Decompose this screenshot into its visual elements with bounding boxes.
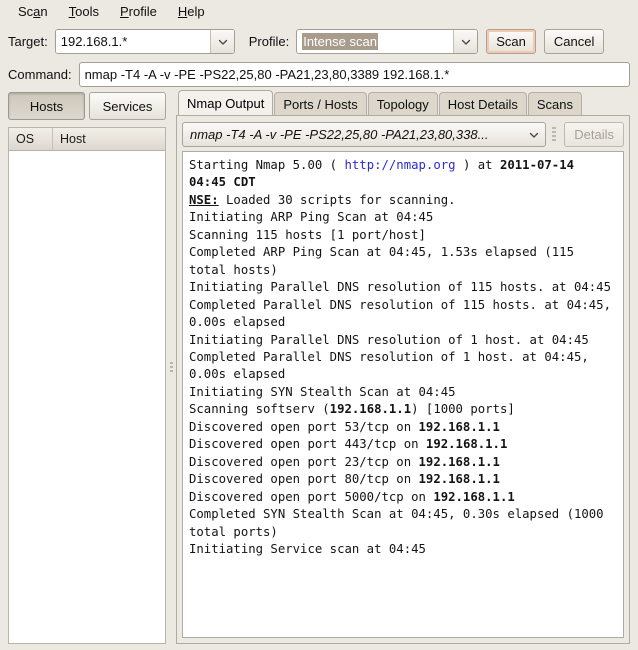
host-list-header: OS Host [9,128,165,151]
tab-topology[interactable]: Topology [367,92,438,115]
chevron-down-icon [461,37,471,46]
target-label: Target: [8,33,48,49]
command-input[interactable]: nmap -T4 -A -v -PE -PS22,25,80 -PA21,23,… [78,61,630,87]
details-button[interactable]: Details [564,121,624,147]
target-dropdown-arrow[interactable] [209,29,234,53]
hosts-services-pane: Hosts Services OS Host [0,90,166,644]
menu-bar: Scan Tools Profile Help [0,0,638,24]
menu-scan[interactable]: Scan [8,2,59,22]
target-input-value[interactable]: 192.168.1.* [55,29,210,53]
menu-help[interactable]: Help [168,2,216,22]
drag-handle-icon[interactable] [548,127,560,141]
host-list-body[interactable] [9,151,165,643]
services-tab-button[interactable]: Services [89,92,166,120]
chevron-down-icon [218,37,227,46]
profile-dropdown-arrow[interactable] [453,29,478,53]
zenmap-window: Scan Tools Profile Help Target: 192.168.… [0,0,638,650]
scan-selector-arrow[interactable] [521,123,545,146]
scan-selector-value[interactable]: nmap -T4 -A -v -PE -PS22,25,80 -PA21,23,… [183,123,521,146]
splitter-grip-icon [169,356,173,378]
tab-ports-hosts[interactable]: Ports / Hosts [274,92,367,115]
profile-input-value[interactable]: Intense scan [297,29,454,53]
profile-label: Profile: [248,33,290,49]
scan-selector-row: nmap -T4 -A -v -PE -PS22,25,80 -PA21,23,… [182,121,624,147]
tab-scans[interactable]: Scans [527,92,583,115]
menu-tools[interactable]: Tools [59,2,110,22]
chevron-down-icon [529,130,538,139]
column-header-host[interactable]: Host [53,128,165,150]
tab-nmap-output[interactable]: Nmap Output [178,90,274,115]
scan-selector-combo[interactable]: nmap -T4 -A -v -PE -PS22,25,80 -PA21,23,… [182,121,547,147]
nmap-output-text: Starting Nmap 5.00 ( http://nmap.org ) a… [189,158,611,556]
scan-button[interactable]: Scan [486,28,536,54]
nmap-output-panel: nmap -T4 -A -v -PE -PS22,25,80 -PA21,23,… [176,115,630,644]
command-label: Command: [8,66,72,82]
command-toolbar: Command: nmap -T4 -A -v -PE -PS22,25,80 … [0,58,638,90]
profile-input[interactable]: Intense scan [296,28,479,54]
column-header-os[interactable]: OS [9,128,53,150]
target-profile-toolbar: Target: 192.168.1.* Profile: Intense sca… [0,24,638,58]
profile-selected-text: Intense scan [302,32,378,50]
results-tab-bar: Nmap Output Ports / Hosts Topology Host … [176,90,630,115]
menu-profile[interactable]: Profile [110,2,168,22]
nmap-output-textarea[interactable]: Starting Nmap 5.00 ( http://nmap.org ) a… [182,151,624,638]
hosts-services-toggle: Hosts Services [8,90,166,120]
tab-host-details[interactable]: Host Details [438,92,527,115]
host-list[interactable]: OS Host [8,127,166,644]
pane-splitter[interactable] [166,90,176,644]
target-input[interactable]: 192.168.1.* [54,28,235,54]
hosts-tab-button[interactable]: Hosts [8,92,85,120]
main-body: Hosts Services OS Host Nmap Output Ports… [0,90,638,650]
cancel-button[interactable]: Cancel [543,28,605,54]
results-pane: Nmap Output Ports / Hosts Topology Host … [176,90,638,644]
